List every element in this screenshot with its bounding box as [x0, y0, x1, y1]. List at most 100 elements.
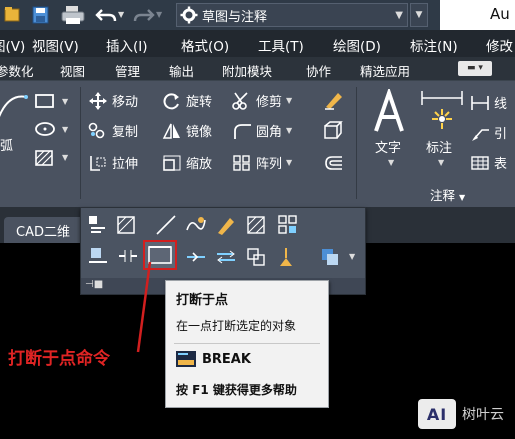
- pin-icon[interactable]: ⊣■: [85, 279, 103, 290]
- rotate-label: 旋转: [186, 95, 213, 110]
- break-at-point-button[interactable]: [143, 240, 177, 270]
- leader-icon: [470, 124, 490, 142]
- text-dropdown-icon[interactable]: ▼: [388, 158, 394, 167]
- trim-button[interactable]: 修剪 ▼: [232, 91, 292, 110]
- mirror-icon: [162, 122, 182, 140]
- erase-icon[interactable]: [322, 89, 344, 114]
- tab-output[interactable]: 输出: [169, 61, 194, 80]
- tooltip-command-name: BREAK: [202, 351, 251, 367]
- draw-order-dropdown-icon[interactable]: ▼: [349, 252, 355, 261]
- redo-icon[interactable]: [132, 4, 156, 26]
- reverse-icon[interactable]: [215, 246, 237, 268]
- redo-dropdown-icon[interactable]: ▼: [156, 4, 166, 26]
- ribbon-separator: [80, 87, 81, 199]
- stretch-label: 拉伸: [112, 157, 139, 172]
- rectangle-dropdown-icon[interactable]: ▼: [62, 97, 68, 106]
- dimension-dropdown-icon[interactable]: ▼: [438, 158, 444, 167]
- fillet-dropdown-icon[interactable]: ▼: [286, 126, 292, 135]
- menu-item-view[interactable]: 视图(V): [32, 35, 79, 55]
- chevron-down-icon: ▼: [395, 10, 403, 21]
- print-icon[interactable]: [60, 4, 86, 26]
- hatch-dropdown-icon[interactable]: ▼: [62, 153, 68, 162]
- workspace-select[interactable]: 草图与注释 ▼: [176, 3, 408, 27]
- scale-button[interactable]: 缩放: [162, 153, 212, 172]
- menu-item-draw[interactable]: 绘图(D): [333, 35, 381, 55]
- fillet-button[interactable]: 圆角 ▼: [232, 121, 292, 140]
- edit-hatch-icon[interactable]: [115, 214, 137, 236]
- brush-icon[interactable]: [275, 246, 297, 268]
- menu-item-modify[interactable]: 修改: [486, 35, 513, 55]
- annotation-panel-title[interactable]: 注释 ▼: [430, 185, 465, 204]
- join-icon[interactable]: [185, 246, 207, 268]
- move-button[interactable]: 移动: [88, 91, 138, 110]
- menu-item-tools[interactable]: 工具(T): [258, 35, 304, 55]
- mirror-label: 镜像: [186, 125, 213, 140]
- copy-button[interactable]: 复制: [88, 121, 138, 140]
- array-button[interactable]: 阵列 ▼: [232, 153, 292, 172]
- watermark: AI 树叶云: [418, 392, 515, 436]
- leader-button[interactable]: 引: [470, 123, 507, 142]
- align-icon[interactable]: [87, 244, 109, 266]
- tooltip-description: 在一点打断选定的对象: [176, 319, 297, 333]
- scissors-icon: [232, 91, 252, 110]
- overkill-icon[interactable]: [245, 214, 267, 236]
- mirror-button[interactable]: 镜像: [162, 121, 212, 140]
- edit-polyline-icon[interactable]: [87, 214, 109, 236]
- edit-attribute-icon[interactable]: [215, 214, 237, 236]
- explode-icon[interactable]: [322, 121, 344, 144]
- change-space-icon[interactable]: [245, 246, 267, 268]
- edit-spline-icon[interactable]: [185, 214, 207, 236]
- undo-dropdown-icon[interactable]: ▼: [118, 4, 128, 26]
- rectangle-icon[interactable]: [34, 93, 56, 112]
- table-label: 表: [494, 157, 508, 172]
- text-button[interactable]: [372, 86, 406, 136]
- offset-icon[interactable]: [322, 153, 344, 176]
- ribbon-minimize-toggle[interactable]: ▬ ▾: [458, 61, 492, 76]
- annotation-panel-title-label: 注释: [430, 188, 456, 203]
- ellipse-dropdown-icon[interactable]: ▼: [62, 125, 68, 134]
- menu-item-dimension[interactable]: 标注(N): [410, 35, 458, 55]
- linear-label: 线: [494, 97, 508, 112]
- tab-parametric[interactable]: 参数化: [0, 61, 34, 80]
- undo-icon[interactable]: [94, 4, 118, 26]
- document-tab-label: CAD二维: [16, 225, 70, 240]
- tab-addins[interactable]: 附加模块: [222, 61, 272, 80]
- ribbon-tab-bar: 参数化 视图 管理 输出 附加模块 协作 精选应用 ▬ ▾: [0, 57, 515, 81]
- watermark-brand: 树叶云: [462, 407, 504, 423]
- array-dropdown-icon[interactable]: ▼: [286, 158, 292, 167]
- rotate-button[interactable]: 旋转: [162, 91, 212, 110]
- menu-item-insert[interactable]: 插入(I): [106, 35, 148, 55]
- tab-collaborate[interactable]: 协作: [306, 61, 331, 80]
- stretch-button[interactable]: 拉伸: [88, 153, 138, 172]
- move-icon: [88, 91, 108, 110]
- lengthen-icon[interactable]: [155, 214, 177, 236]
- table-button[interactable]: 表: [470, 153, 507, 172]
- quick-access-toolbar: ▼ ▼ 草图与注释 ▼ ▼ Au: [0, 0, 515, 30]
- group-array-icon[interactable]: [277, 214, 299, 236]
- hatch-icon[interactable]: [34, 149, 56, 170]
- open-file-icon[interactable]: [2, 4, 24, 26]
- arc-icon[interactable]: [0, 89, 30, 129]
- customize-toolbar-button[interactable]: ▼: [410, 3, 428, 27]
- break-icon[interactable]: [117, 244, 139, 266]
- scale-label: 缩放: [186, 157, 213, 172]
- tab-featured-apps[interactable]: 精选应用: [360, 61, 410, 80]
- save-icon[interactable]: [30, 4, 52, 26]
- gear-icon: [180, 6, 198, 24]
- menu-item-view-partial[interactable]: 图(V): [0, 35, 25, 55]
- menu-bar: 图(V) 视图(V) 插入(I) 格式(O) 工具(T) 绘图(D) 标注(N)…: [0, 30, 515, 57]
- fillet-label: 圆角: [256, 125, 283, 140]
- menu-item-format[interactable]: 格式(O): [181, 35, 229, 55]
- tab-manage[interactable]: 管理: [115, 61, 140, 80]
- table-icon: [470, 154, 490, 172]
- draw-order-icon[interactable]: [319, 246, 341, 268]
- tooltip-command: BREAK: [176, 351, 251, 367]
- linear-button[interactable]: 线: [470, 93, 507, 112]
- tab-view[interactable]: 视图: [60, 61, 85, 80]
- ellipse-icon[interactable]: [34, 121, 56, 140]
- trim-label: 修剪: [256, 95, 283, 110]
- trim-dropdown-icon[interactable]: ▼: [286, 96, 292, 105]
- dimension-button[interactable]: [420, 89, 464, 136]
- linear-dim-icon: [470, 94, 490, 112]
- copy-label: 复制: [112, 125, 139, 140]
